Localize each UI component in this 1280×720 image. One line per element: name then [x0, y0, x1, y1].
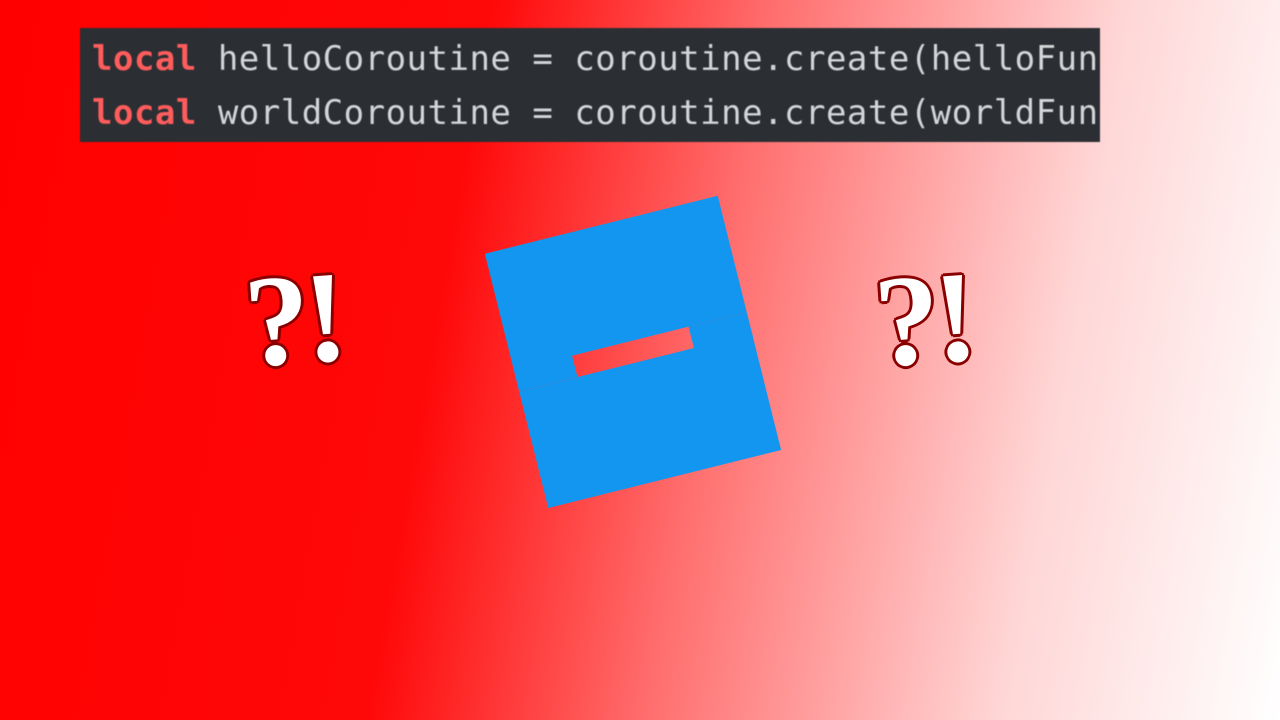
keyword-local: local	[92, 39, 197, 79]
code-line-1: local helloCoroutine = coroutine.create(…	[92, 32, 1088, 86]
code-line-2: local worldCoroutine = coroutine.create(…	[92, 86, 1088, 140]
logo-bottom-piece	[519, 334, 781, 508]
code-snippet: local helloCoroutine = coroutine.create(…	[80, 28, 1100, 142]
thumbnail-canvas: local helloCoroutine = coroutine.create(…	[0, 0, 1280, 720]
code-text-2: worldCoroutine = coroutine.create(worldF…	[197, 93, 1100, 133]
code-text-1: helloCoroutine = coroutine.create(helloF…	[197, 39, 1100, 79]
interrobang-left: ?!	[240, 242, 347, 398]
interrobang-right: ?!	[870, 242, 977, 398]
keyword-local: local	[92, 93, 197, 133]
